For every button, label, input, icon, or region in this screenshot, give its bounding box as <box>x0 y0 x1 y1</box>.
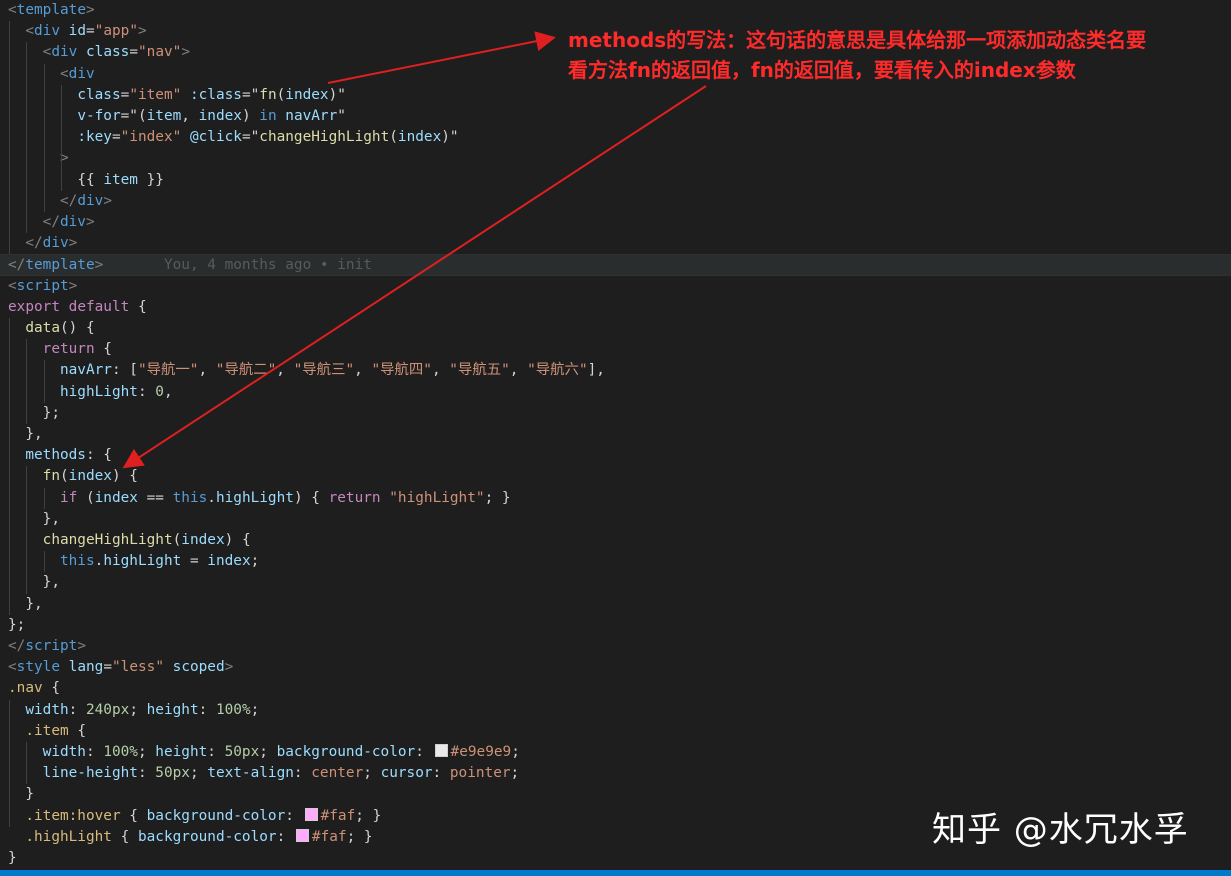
annotation-line-2: 看方法fn的返回值，fn的返回值，要看传入的index参数 <box>568 58 1076 82</box>
annotation-line-1: methods的写法：这句话的意思是具体给那一项添加动态类名要 <box>568 28 1147 52</box>
arrow-to-fn-method <box>122 85 707 469</box>
watermark: 知乎 @水冗水孚 <box>932 810 1189 850</box>
status-bar <box>0 870 1231 876</box>
annotation-arrows <box>122 31 707 469</box>
arrow-to-annotation <box>327 31 556 84</box>
